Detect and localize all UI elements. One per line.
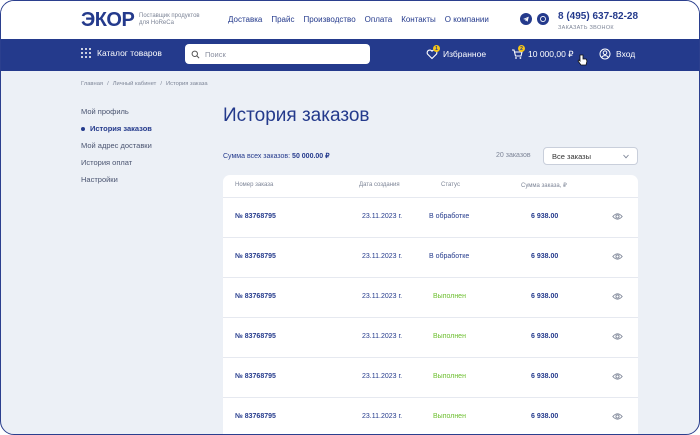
cart-badge: 2 — [518, 45, 525, 52]
order-status: Выполнен — [433, 373, 466, 380]
order-date: 23.11.2023 г. — [362, 253, 403, 260]
account-sidebar: Мой профиль История заказов Мой адрес до… — [81, 107, 152, 184]
column-header-status: Статус — [441, 182, 460, 188]
nav-production[interactable]: Производство — [303, 15, 355, 24]
column-header-sum: Сумма заказа, ₽ — [521, 183, 567, 189]
breadcrumb-separator: / — [160, 81, 162, 87]
order-date: 23.11.2023 г. — [362, 293, 403, 300]
favorites-button[interactable]: 1 Избранное — [426, 45, 487, 60]
logo-text: ЭКОР — [81, 8, 135, 31]
tagline: Поставщик продуктов для HoReCa — [139, 13, 219, 27]
order-sum: 6 938.00 — [531, 293, 559, 300]
orders-filter-value: Все заказы — [552, 151, 591, 161]
order-date: 23.11.2023 г. — [362, 333, 403, 340]
order-status: В обработке — [429, 253, 470, 260]
order-sum: 6 938.00 — [531, 213, 559, 220]
login-label: Вход — [616, 49, 636, 59]
eye-icon[interactable] — [612, 252, 623, 261]
breadcrumb-home[interactable]: Главная — [81, 81, 103, 87]
user-icon — [599, 48, 611, 60]
grid-icon — [81, 48, 91, 58]
cart-total: 10 000,00 ₽ — [528, 48, 574, 59]
tagline-line-2: для HoReCa — [139, 20, 174, 26]
order-date: 23.11.2023 г. — [362, 413, 403, 420]
orders-table: Номер заказа Дата создания Статус Сумма … — [223, 175, 638, 434]
cursor-hand-icon — [577, 54, 588, 66]
order-status: Выполнен — [433, 293, 466, 300]
catalog-button[interactable]: Каталог товаров — [81, 48, 162, 58]
telegram-icon[interactable] — [520, 13, 532, 25]
phone-number[interactable]: 8 (495) 637-82-28 — [558, 11, 638, 22]
breadcrumb-current: История заказа — [165, 81, 208, 87]
cart-button[interactable]: 2 10 000,00 ₽ — [511, 45, 574, 60]
eye-icon[interactable] — [612, 292, 623, 301]
eye-icon[interactable] — [612, 412, 623, 421]
order-status: Выполнен — [433, 413, 466, 420]
order-number[interactable]: № 83768795 — [235, 213, 276, 220]
order-date: 23.11.2023 г. — [362, 213, 403, 220]
order-status: В обработке — [429, 213, 470, 220]
order-number[interactable]: № 83768795 — [235, 333, 276, 340]
orders-total: Сумма всех заказов: 50 000.00 ₽ — [223, 152, 330, 160]
order-sum: 6 938.00 — [531, 413, 559, 420]
chevron-down-icon — [623, 154, 629, 159]
order-sum: 6 938.00 — [531, 373, 559, 380]
breadcrumb: Главная / Личный кабинет / История заказ… — [81, 81, 208, 87]
order-date: 23.11.2023 г. — [362, 373, 403, 380]
search-icon — [191, 50, 200, 58]
orders-filter-select[interactable]: Все заказы — [543, 147, 638, 165]
table-row[interactable]: № 83768795 23.11.2023 г. Выполнен 6 938.… — [223, 357, 638, 397]
eye-icon[interactable] — [612, 372, 623, 381]
table-row[interactable]: № 83768795 23.11.2023 г. В обработке 6 9… — [223, 237, 638, 277]
orders-total-value: 50 000.00 ₽ — [292, 153, 330, 160]
order-number[interactable]: № 83768795 — [235, 413, 276, 420]
nav-contacts[interactable]: Контакты — [401, 15, 436, 24]
nav-about[interactable]: О компании — [445, 15, 489, 24]
sidebar-item-delivery-address[interactable]: Мой адрес доставки — [81, 141, 152, 150]
browser-frame: ЭКОР Поставщик продуктов для HoReCa Дост… — [0, 0, 700, 435]
eye-icon[interactable] — [612, 332, 623, 341]
search-box[interactable] — [185, 44, 370, 64]
order-sum: 6 938.00 — [531, 253, 559, 260]
orders-total-label: Сумма всех заказов: — [223, 153, 291, 160]
order-number[interactable]: № 83768795 — [235, 293, 276, 300]
callback-link[interactable]: ЗАКАЗАТЬ ЗВОНОК — [558, 25, 614, 31]
search-input[interactable] — [205, 49, 355, 59]
order-number[interactable]: № 83768795 — [235, 253, 276, 260]
order-number[interactable]: № 83768795 — [235, 373, 276, 380]
order-sum: 6 938.00 — [531, 333, 559, 340]
sidebar-item-order-history[interactable]: История заказов — [81, 124, 152, 133]
main-nav: Доставка Прайс Производство Оплата Конта… — [228, 15, 489, 24]
top-header: ЭКОР Поставщик продуктов для HoReCa Дост… — [1, 1, 699, 39]
table-row[interactable]: № 83768795 23.11.2023 г. Выполнен 6 938.… — [223, 317, 638, 357]
catalog-label: Каталог товаров — [97, 48, 162, 58]
sidebar-item-profile[interactable]: Мой профиль — [81, 107, 152, 116]
table-row[interactable]: № 83768795 23.11.2023 г. Выполнен 6 938.… — [223, 277, 638, 317]
login-button[interactable]: Вход — [599, 48, 635, 60]
column-header-number: Номер заказа — [235, 182, 274, 188]
nav-price[interactable]: Прайс — [271, 15, 294, 24]
nav-payment[interactable]: Оплата — [365, 15, 393, 24]
breadcrumb-separator: / — [107, 81, 109, 87]
orders-count: 20 заказов — [496, 152, 531, 159]
whatsapp-icon[interactable] — [537, 13, 549, 25]
favorites-badge: 1 — [433, 45, 440, 52]
sidebar-item-payment-history[interactable]: История оплат — [81, 158, 152, 167]
logo[interactable]: ЭКОР — [81, 8, 135, 31]
breadcrumb-account[interactable]: Личный кабинет — [113, 81, 157, 87]
favorites-label: Избранное — [443, 49, 487, 59]
page-title: История заказов — [223, 105, 370, 126]
order-status: Выполнен — [433, 333, 466, 340]
sidebar-item-settings[interactable]: Настройки — [81, 175, 152, 184]
tagline-line-1: Поставщик продуктов — [139, 13, 200, 19]
table-row[interactable]: № 83768795 23.11.2023 г. В обработке 6 9… — [223, 197, 638, 237]
eye-icon[interactable] — [612, 212, 623, 221]
column-header-date: Дата создания — [359, 182, 400, 188]
nav-delivery[interactable]: Доставка — [228, 15, 262, 24]
action-bar: Каталог товаров 1 Избранное 2 10 000,00 … — [1, 39, 699, 71]
table-row[interactable]: № 83768795 23.11.2023 г. Выполнен 6 938.… — [223, 397, 638, 434]
